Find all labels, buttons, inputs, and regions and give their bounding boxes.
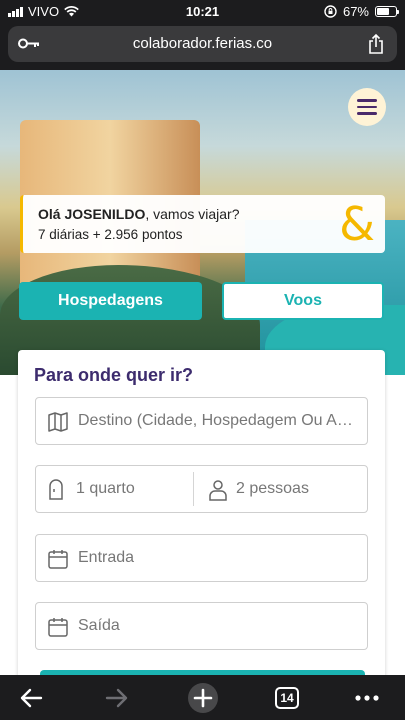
form-title: Para onde quer ir? — [34, 365, 194, 385]
calendar-icon — [48, 550, 68, 569]
field-divider — [193, 472, 194, 506]
rotation-lock-icon — [324, 5, 337, 18]
greeting-line: Olá JOSENILDO, vamos viajar? — [38, 206, 240, 222]
destination-placeholder: Destino (Cidade, Hospedagem Ou Aeroporto… — [78, 412, 358, 429]
more-button[interactable] — [342, 675, 392, 720]
menu-button[interactable] — [348, 88, 386, 126]
arrow-left-icon — [20, 688, 43, 707]
greeting-suffix: , vamos viajar? — [145, 206, 240, 222]
calendar-icon — [48, 618, 68, 637]
arrow-right-icon — [105, 688, 128, 707]
battery-percent: 67% — [342, 4, 369, 19]
address-bar[interactable]: colaborador.ferias.co — [8, 26, 397, 62]
brand-logo: & — [339, 197, 375, 251]
destination-field[interactable]: Destino (Cidade, Hospedagem Ou Aeroporto… — [35, 397, 368, 445]
forward-button[interactable] — [92, 675, 142, 720]
checkin-placeholder: Entrada — [78, 549, 135, 566]
url-text[interactable]: colaborador.ferias.co — [8, 35, 397, 52]
checkout-field[interactable]: Saída — [35, 602, 368, 650]
battery-icon — [375, 6, 399, 17]
plus-icon — [188, 682, 218, 713]
rooms-guests-field[interactable]: 1 quarto 2 pessoas — [35, 465, 368, 513]
tab-hospedagens[interactable]: Hospedagens — [19, 282, 202, 320]
hamburger-icon — [357, 99, 377, 102]
checkout-placeholder: Saída — [78, 617, 120, 634]
tab-voos[interactable]: Voos — [222, 282, 384, 320]
rooms-value[interactable]: 1 quarto — [76, 480, 186, 498]
search-form: Para onde quer ir? Destino (Cidade, Hosp… — [18, 350, 385, 690]
greeting-name: Olá JOSENILDO — [38, 206, 146, 222]
battery-fill — [377, 8, 390, 15]
checkin-field[interactable]: Entrada — [35, 534, 368, 582]
browser-toolbar: 14 — [0, 675, 405, 720]
status-bar: VIVO 10:21 67% — [0, 0, 405, 22]
tabs-button[interactable]: 14 — [262, 675, 312, 720]
tabs-count: 14 — [275, 686, 299, 709]
person-icon — [209, 480, 227, 501]
greeting-card: Olá JOSENILDO, vamos viajar? 7 diárias +… — [20, 195, 385, 253]
new-tab-button[interactable] — [178, 675, 228, 720]
door-icon — [49, 479, 63, 500]
status-right: 67% — [324, 4, 399, 19]
map-icon — [48, 412, 68, 432]
more-icon — [355, 694, 379, 701]
guests-value[interactable]: 2 pessoas — [236, 480, 356, 498]
browser-address-area: colaborador.ferias.co — [0, 22, 405, 70]
back-button[interactable] — [6, 675, 56, 720]
share-icon[interactable] — [367, 33, 385, 55]
balance-text: 7 diárias + 2.956 pontos — [38, 227, 183, 242]
